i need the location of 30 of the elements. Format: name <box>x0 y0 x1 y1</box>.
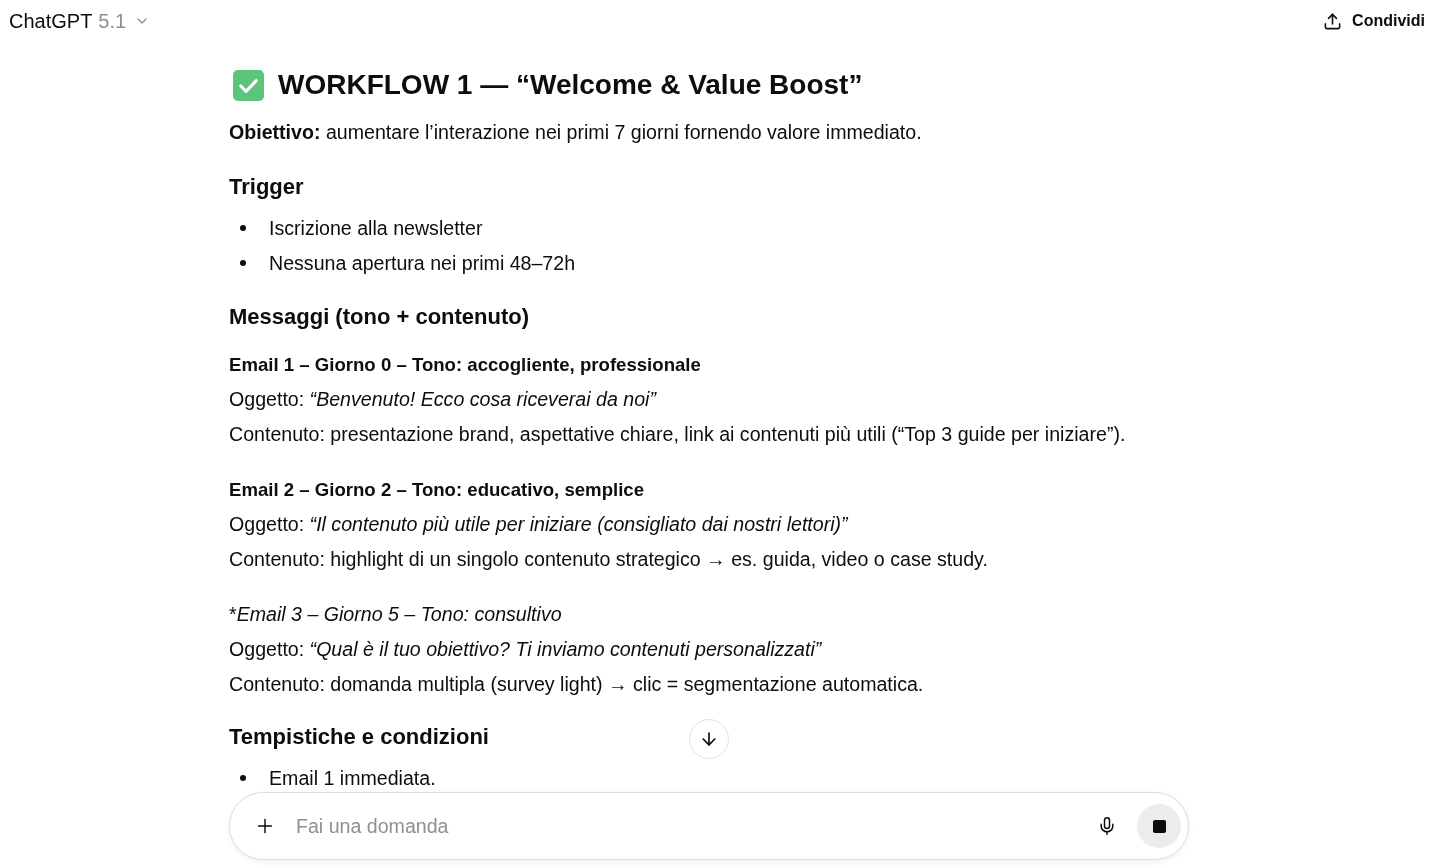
email-content: Contenuto: domanda multipla (survey light) → clic = segmentazione automatica. <box>229 672 924 697</box>
objective-text: Obiettivo: aumentare l’interazione nei primi 7 giorni fornendo valore immediato. <box>229 120 922 145</box>
email-title: Email 2 – Giorno 2 – Tono: educativo, semplice <box>229 478 645 502</box>
bullet-icon <box>240 775 246 781</box>
bullet-icon <box>240 260 246 266</box>
bullet-text: Nessuna apertura nei primi 48–72h <box>269 251 576 276</box>
message-composer[interactable]: Fai una domanda <box>229 792 1189 860</box>
email-content: Contenuto: presentazione brand, aspettative chiare, link ai contenuti più utili (“Top 3 guide per iniziare”). <box>229 422 1126 447</box>
scroll-down-button[interactable] <box>689 719 729 759</box>
message-title: WORKFLOW 1 — “Welcome & Value Boost” <box>278 68 863 102</box>
bullet-text: Iscrizione alla newsletter <box>269 216 483 241</box>
email-title: *Email 3 – Giorno 5 – Tono: consultivo <box>229 602 562 627</box>
microphone-icon <box>1097 816 1117 836</box>
email-subject: Oggetto: “Benvenuto! Ecco cosa riceverai da noi” <box>229 387 656 412</box>
model-selector-button[interactable]: ChatGPT 5.1 <box>8 3 152 39</box>
bullet-text: Email 1 immediata. <box>269 766 436 791</box>
section-heading: Tempistiche e condizioni <box>229 723 489 751</box>
bullet-icon <box>240 225 246 231</box>
email-title: Email 1 – Giorno 0 – Tono: accogliente, professionale <box>229 353 701 377</box>
email-content: Contenuto: highlight di un singolo contenuto strategico → es. guida, video o case study. <box>229 547 988 572</box>
upload-icon <box>1323 11 1343 31</box>
check-mark-icon <box>233 69 264 101</box>
section-heading: Trigger <box>229 173 304 201</box>
stop-button[interactable] <box>1137 804 1181 848</box>
email-subject: Oggetto: “Qual è il tuo obiettivo? Ti inviamo contenuti personalizzati” <box>229 637 822 662</box>
email-subject: Oggetto: “Il contenuto più utile per iniziare (consigliato dai nostri lettori)” <box>229 512 848 537</box>
share-button[interactable]: Condividi <box>1317 3 1431 39</box>
stop-icon <box>1152 819 1166 833</box>
message-input[interactable]: Fai una domanda <box>296 811 1093 841</box>
section-heading: Messaggi (tono + contenuto) <box>229 303 530 331</box>
